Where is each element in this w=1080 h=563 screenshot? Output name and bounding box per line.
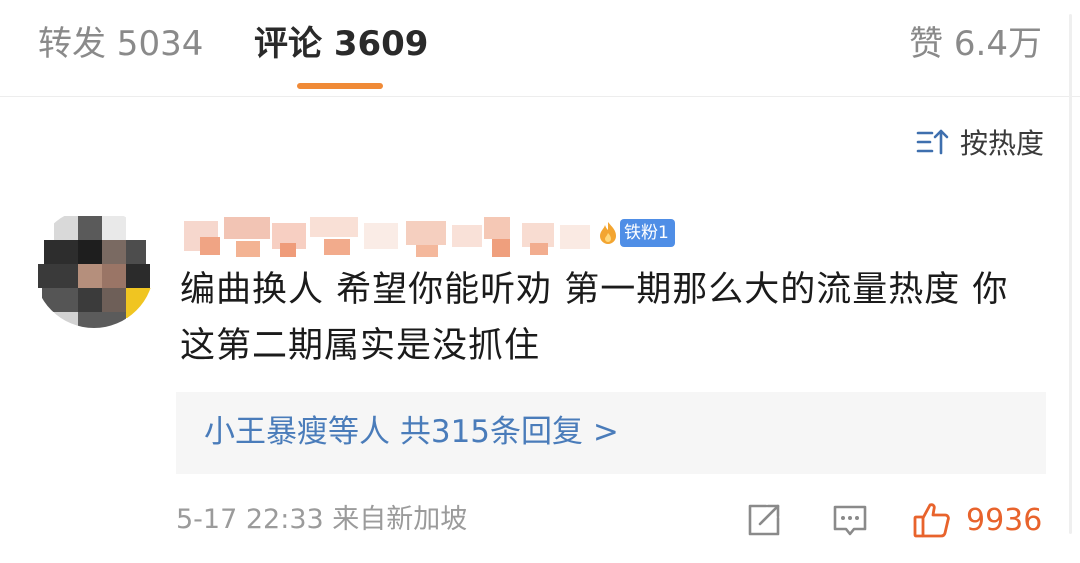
pixelated-avatar-image [34,208,154,328]
blurred-username[interactable] [184,213,596,259]
tab-bar: 转发 5034 评论 3609 赞 6.4万 [0,0,1080,97]
comment-timestamp: 5-17 22:33 来自新加坡 [176,504,468,535]
reply-button[interactable] [830,498,870,542]
tab-comments[interactable]: 评论 3609 [254,22,428,66]
tab-repost[interactable]: 转发 5034 [38,22,203,66]
active-tab-indicator [297,83,383,89]
scrollbar[interactable] [1069,14,1072,534]
fan-badge: 铁粉1 [598,218,675,248]
avatar[interactable] [34,208,154,328]
comment-page: 转发 5034 评论 3609 赞 6.4万 按热度 铁粉1 编曲换人 希望你能… [0,0,1080,563]
fire-icon [600,222,616,244]
comment-icon [833,505,867,536]
sort-label: 按热度 [959,127,1044,160]
view-replies-button[interactable]: 小王暴瘦等人 共315条回复 > [176,392,1046,474]
sort-by-hot-button[interactable]: 按热度 [916,124,1044,160]
replies-summary: 小王暴瘦等人 共315条回复 > [204,414,619,450]
thumbs-up-icon [913,503,950,538]
comment-text: 编曲换人 希望你能听劝 第一期那么大的流量热度 你这第二期属实是没抓住 [180,270,1009,366]
tab-likes[interactable]: 赞 6.4万 [909,22,1042,66]
sort-icon [916,129,949,155]
comment-footer: 5-17 22:33 来自新加坡 9936 [176,496,1046,544]
share-button[interactable] [744,498,784,542]
like-count: 9936 [966,502,1043,538]
like-button[interactable]: 9936 [912,498,1042,542]
share-icon [748,504,780,536]
fan-level-label: 铁粉1 [620,219,675,247]
